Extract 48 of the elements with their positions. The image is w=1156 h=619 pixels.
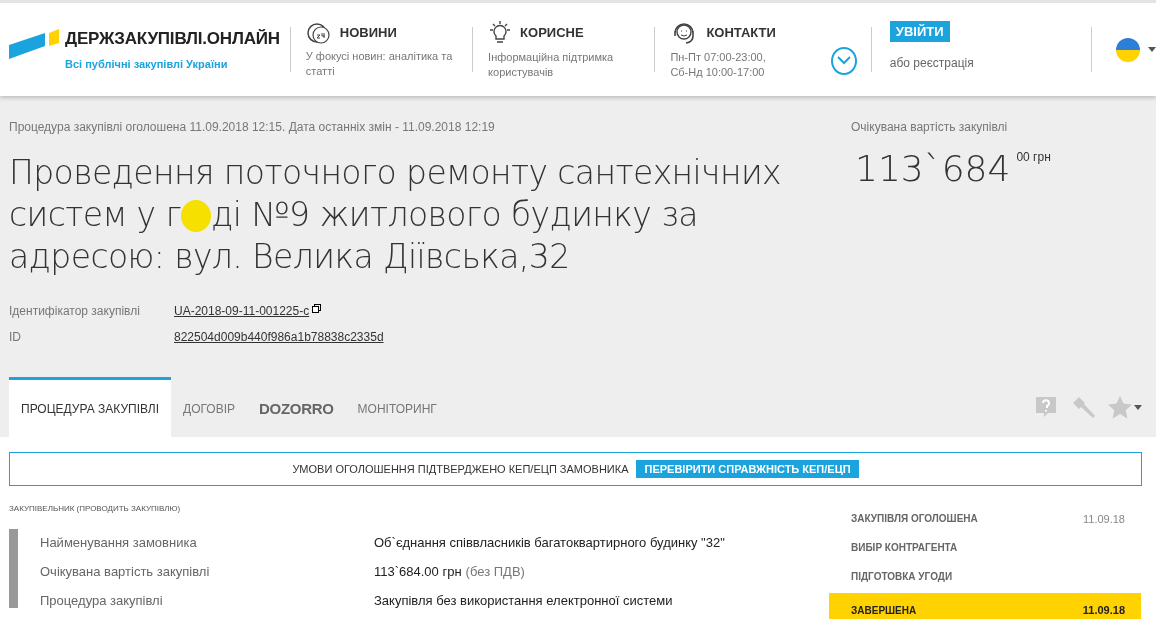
favorite-menu[interactable]	[1108, 395, 1142, 419]
expected-value-label: Очікувана вартість закупівлі	[851, 120, 1009, 134]
info-note: (без ПДВ)	[465, 564, 525, 579]
info-label: Очікувана вартість закупівлі	[40, 564, 211, 579]
status-step: ПІДГОТОВКА УГОДИ	[829, 562, 1141, 591]
caret-icon	[1148, 47, 1156, 52]
nav-link[interactable]: КОРИСНЕ	[520, 25, 584, 40]
identifier-label: Ідентифікатор закупівлі	[9, 304, 141, 318]
logo-icon	[9, 29, 59, 59]
info-value: Об`єднання співвласників багатоквартирного будинку "32"	[374, 535, 726, 550]
tab[interactable]: ПРОЦЕДУРА ЗАКУПІВЛІ	[9, 377, 172, 437]
logo-tagline: Всі публічні закупівлі України	[65, 58, 229, 70]
lightbulb-icon	[488, 19, 513, 46]
tab[interactable]: DOZORRO	[247, 377, 346, 437]
info-value: 113`684.00 грн	[374, 564, 462, 579]
caret-icon	[1134, 404, 1142, 410]
logo-text[interactable]: ДЕРЖЗАКУПІВЛІ.ОНЛАЙН	[65, 29, 280, 49]
globe-24-icon	[305, 20, 332, 45]
register-link[interactable]: або реєстрація	[889, 56, 974, 70]
copy-icon[interactable]	[312, 304, 322, 313]
status-step: ВИБІР КОНТРАГЕНТА	[829, 533, 1141, 562]
status-step: ЗАВЕРШЕНА 11.09.18	[829, 593, 1141, 619]
announcement-date: Процедура закупівлі оголошена 11.09.2018 12:15. Дата останніх змін - 11.09.2018 12:19	[9, 120, 496, 134]
identifier-link[interactable]: UA-2018-09-11-001225-c	[174, 304, 310, 318]
nav-link[interactable]: НОВИНИ	[339, 25, 397, 40]
nav-link[interactable]: КОНТАКТИ	[706, 25, 776, 40]
banner-text: УМОВИ ОГОЛОШЕННЯ ПІДТВЕРДЖЕНО КЕП/ЕЦП ЗАМОВНИКА	[292, 463, 629, 475]
nav-description: Пн-Пт 07:00-23:00, Сб-Нд 10:00-17:00	[670, 49, 767, 80]
tab[interactable]: ДОГОВІР	[171, 377, 247, 437]
section-title: ЗАКУПІВЕЛЬНИК (ПРОВОДИТЬ ЗАКУПІВЛЮ)	[9, 504, 182, 513]
expected-value-amount: 113`684	[855, 148, 1011, 189]
chevron-down-icon	[836, 56, 851, 65]
nav-description: У фокусі новин: аналітика та статті	[305, 48, 454, 79]
star-icon	[1108, 395, 1132, 418]
expand-button[interactable]	[830, 46, 857, 75]
identifier-label: ID	[9, 330, 22, 344]
tab[interactable]: МОНІТОРИНГ	[345, 377, 449, 437]
amount-suffix: 00 грн	[1016, 150, 1051, 164]
info-value: Закупівля без використання електронної системи	[374, 593, 674, 608]
status-step: ЗАКУПІВЛЯ ОГОЛОШЕНА 11.09.18	[829, 504, 1141, 533]
info-label: Найменування замовника	[40, 535, 198, 550]
nav-description: Інформаційна підтримка користувачів	[488, 49, 615, 80]
status-date: 11.09.18	[1082, 604, 1125, 616]
status-date: 11.09.18	[1083, 512, 1125, 525]
tender-title: Проведення поточного ремонту сантехнічних систем у г ді №9 житлового будинку за адресою: вул. Велика Діївська,32	[9, 152, 783, 278]
flag-icon	[1116, 37, 1140, 62]
identifier-link[interactable]: 822504d009b440f986a1b78838c2335d	[174, 330, 384, 344]
info-label: Процедура закупівлі	[40, 593, 164, 608]
